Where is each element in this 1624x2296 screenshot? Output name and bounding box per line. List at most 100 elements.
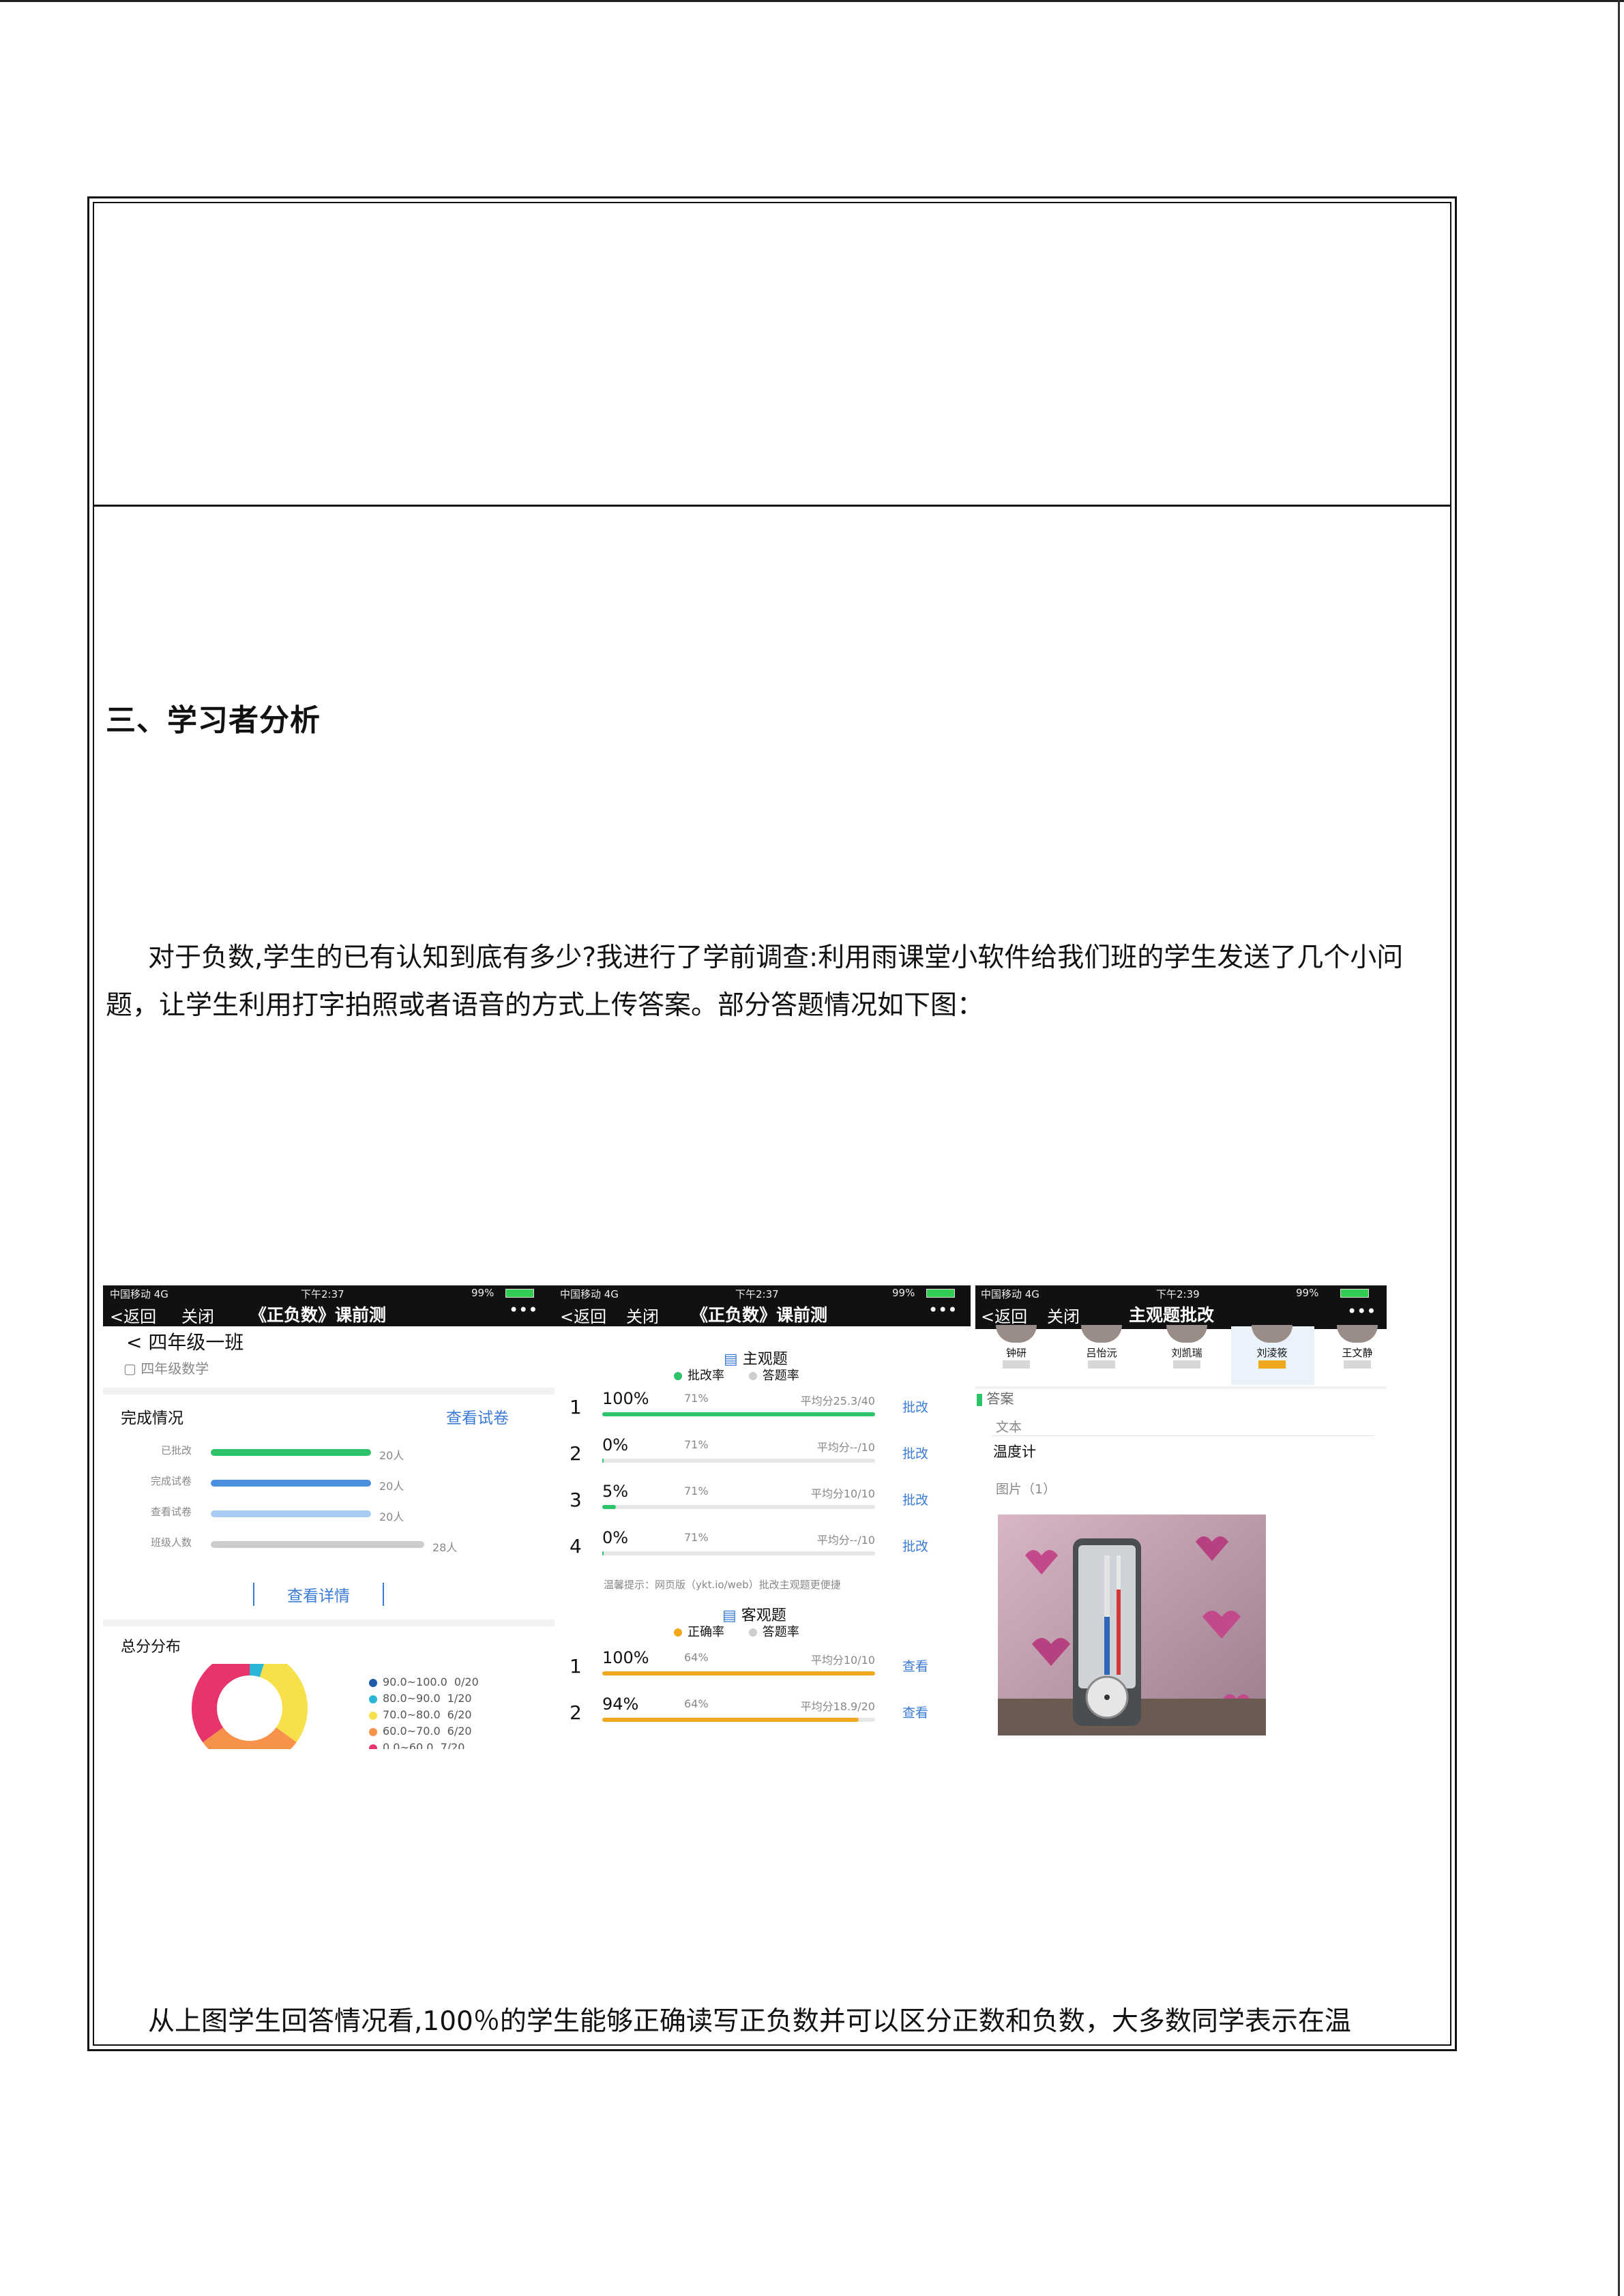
question-row: 3 5% 71% 平均分10/10 批改 [555,1480,971,1525]
question-bar-fill [602,1551,604,1555]
question-percent: 5% [602,1482,629,1501]
legend-item: 60.0~70.0 6/20 [369,1725,472,1738]
back-button[interactable]: <返回 [560,1303,606,1327]
class-name: 四年级一班 [148,1331,244,1354]
view-paper-link[interactable]: 查看试卷 [446,1405,509,1428]
legend-dot [369,1678,377,1687]
hint-text: 温馨提示：网页版（ykt.io/web）批改主观题更便捷 [604,1579,841,1591]
legend-dot [369,1744,377,1749]
completion-row-value: 28人 [432,1541,458,1554]
question-bar-fill [602,1671,875,1675]
student-name: 王文静 [1342,1347,1373,1359]
legend-count: 6/20 [447,1708,472,1721]
legend-dot [369,1695,377,1703]
legend-dot-orange [674,1628,682,1637]
back-button[interactable]: <返回 [981,1303,1027,1327]
close-button[interactable]: 关闭 [626,1303,659,1327]
question-action-button[interactable]: 批改 [902,1536,928,1555]
section-divider-2 [103,1620,555,1626]
view-detail-button[interactable]: 查看详情 [253,1583,384,1606]
time-text: 下午2:37 [735,1288,779,1300]
score-donut-chart [192,1664,308,1749]
legend-item: 90.0~100.0 0/20 [369,1675,479,1688]
time-text: 下午2:37 [301,1288,344,1300]
back-button[interactable]: <返回 [110,1303,156,1327]
page-right-border [1618,0,1620,2296]
nav-title: 《正负数》课前测 [250,1305,387,1325]
status-bar: 中国移动 4G 下午2:37 99% <返回 关闭 《正负数》课前测 ••• [103,1285,555,1326]
question-average: 平均分10/10 [810,1487,875,1500]
section-heading: 三、学习者分析 [106,703,321,738]
carrier-text: 中国移动 4G [560,1288,619,1300]
battery-icon [1340,1289,1369,1298]
student-avatar[interactable] [996,1325,1037,1343]
text-label: 文本 [996,1420,1022,1435]
back-label: 返回 [574,1307,607,1326]
legend-dot-gray [748,1628,757,1637]
question-number: 2 [570,1442,582,1465]
legend-count: 0/20 [454,1675,479,1688]
question-percent: 94% [602,1695,639,1714]
battery-icon [505,1289,534,1298]
completion-title: 完成情况 [121,1410,183,1427]
legend-count: 7/20 [440,1741,465,1749]
back-label: 返回 [123,1307,157,1326]
paragraph-survey: 对于负数,学生的已有认知到底有多少?我进行了学前调查:利用雨课堂小软件给我们班的… [106,934,1443,1030]
nav-title: 《正负数》课前测 [691,1305,828,1325]
class-back-link[interactable]: < 四年级一班 [126,1328,243,1355]
section-divider [103,1388,555,1395]
table-row-divider [93,505,1451,507]
question-percent: 100% [602,1648,649,1667]
legend-range: 80.0~90.0 [383,1692,441,1705]
legend-c: 正确率 [688,1625,724,1639]
question-action-button[interactable]: 查看 [902,1656,928,1675]
completion-row-label: 查看试卷 [150,1506,192,1518]
question-percent: 0% [602,1435,629,1455]
question-action-button[interactable]: 查看 [902,1703,928,1721]
question-rate: 71% [684,1531,709,1544]
legend-range: 0.0~60.0 [383,1741,434,1749]
question-number: 1 [570,1396,582,1418]
screenshot-class-report: 中国移动 4G 下午2:37 99% <返回 关闭 《正负数》课前测 ••• <… [103,1285,555,1749]
more-icon[interactable]: ••• [509,1300,537,1320]
paragraph-survey-text: 对于负数,学生的已有认知到底有多少?我进行了学前调查:利用雨课堂小软件给我们班的… [106,942,1404,1021]
more-icon[interactable]: ••• [1347,1302,1376,1321]
more-icon[interactable]: ••• [928,1300,957,1320]
student-status-badge [1088,1360,1115,1369]
question-action-button[interactable]: 批改 [902,1397,928,1416]
time-text: 下午2:39 [1156,1288,1200,1300]
question-action-button[interactable]: 批改 [902,1490,928,1508]
legend-a: 批改率 [688,1369,724,1383]
student-name: 刘凯瑞 [1171,1347,1202,1359]
student-name: 钟研 [1005,1347,1027,1359]
image-label: 图片（1） [996,1482,1057,1497]
question-bar-fill [602,1505,616,1509]
question-bar-track [602,1551,875,1555]
legend-count: 6/20 [447,1725,472,1738]
question-number: 3 [570,1489,582,1511]
distribution-title: 总分分布 [121,1639,181,1656]
legend-dot [369,1711,377,1720]
completion-row-label: 已批改 [160,1444,192,1457]
question-row: 1 100% 71% 平均分25.3/40 批改 [555,1388,971,1433]
legend-dot [369,1727,377,1736]
completion-row-value: 20人 [379,1449,404,1462]
student-status-badge [1173,1360,1200,1369]
close-button[interactable]: 关闭 [181,1303,214,1327]
page-top-border [0,0,1624,2]
question-percent: 100% [602,1389,649,1408]
question-average: 平均分25.3/40 [800,1395,875,1407]
question-action-button[interactable]: 批改 [902,1444,928,1462]
student-avatar[interactable] [1081,1325,1122,1343]
legend-range: 90.0~100.0 [383,1675,447,1688]
student-status-badge [1003,1360,1030,1369]
student-avatar[interactable] [1166,1325,1207,1343]
question-number: 1 [570,1655,582,1678]
thermometer-photo[interactable] [998,1515,1266,1735]
close-button[interactable]: 关闭 [1047,1303,1080,1327]
legend-range: 70.0~80.0 [383,1708,441,1721]
legend-item: 0.0~60.0 7/20 [369,1741,464,1749]
student-status-badge [1258,1360,1286,1369]
student-avatar[interactable] [1337,1325,1378,1343]
question-rate: 64% [684,1697,709,1710]
